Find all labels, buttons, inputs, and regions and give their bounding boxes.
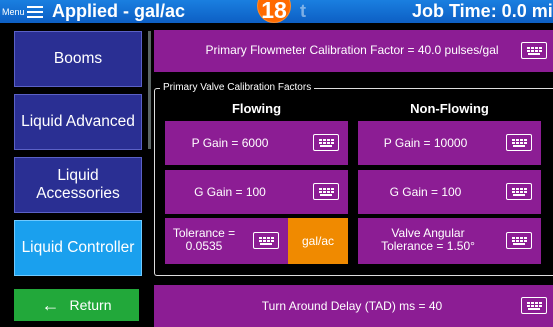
- turn-around-delay-button[interactable]: Turn Around Delay (TAD) ms = 40: [154, 285, 553, 327]
- keyboard-icon: [521, 297, 547, 314]
- tolerance-button[interactable]: Tolerance = 0.0535: [165, 218, 288, 264]
- g-gain-flowing-label: G Gain = 100: [194, 185, 266, 199]
- non-flowing-header: Non-Flowing: [410, 101, 489, 116]
- flowmeter-calibration-label: Primary Flowmeter Calibration Factor = 4…: [205, 43, 499, 57]
- g-gain-non-flowing-label: G Gain = 100: [389, 185, 462, 199]
- valve-calibration-group-title: Primary Valve Calibration Factors: [160, 82, 315, 94]
- job-time: Job Time: 0.0 min: [412, 1, 553, 21]
- return-button[interactable]: ← Return: [14, 289, 139, 321]
- keyboard-icon: [506, 134, 532, 151]
- sidebar-scrollbar[interactable]: [148, 31, 151, 149]
- valve-angular-tolerance-line1: Valve Angular: [391, 226, 465, 240]
- p-gain-non-flowing-label: P Gain = 10000: [383, 136, 468, 150]
- sidebar-item-liquid-controller[interactable]: Liquid Controller: [14, 220, 142, 276]
- keyboard-icon: [253, 232, 279, 249]
- sidebar-item-liquid-accessories[interactable]: Liquid Accessories: [14, 157, 142, 213]
- turn-around-delay-label: Turn Around Delay (TAD) ms = 40: [261, 299, 443, 313]
- keyboard-icon: [521, 42, 547, 59]
- arrow-left-icon: ←: [41, 295, 60, 315]
- menu-label: Menu: [2, 6, 25, 17]
- sidebar-item-liquid-advanced[interactable]: Liquid Advanced: [14, 94, 142, 150]
- keyboard-icon: [506, 183, 532, 200]
- tolerance-units-label: gal/ac: [301, 234, 335, 248]
- g-gain-non-flowing-button[interactable]: G Gain = 100: [358, 170, 541, 214]
- tolerance-label: Tolerance = 0.0535: [165, 227, 243, 253]
- valve-angular-tolerance-button[interactable]: Valve Angular Tolerance = 1.50°: [358, 218, 541, 264]
- menu-button[interactable]: Menu: [2, 2, 46, 21]
- sidebar-item-booms[interactable]: Booms: [14, 31, 142, 87]
- g-gain-flowing-button[interactable]: G Gain = 100: [165, 170, 348, 214]
- valve-angular-tolerance-label: Valve Angular Tolerance = 1.50°: [358, 227, 498, 253]
- tolerance-units-button[interactable]: gal/ac: [288, 218, 348, 264]
- header-status-text: t: [300, 1, 306, 21]
- sidebar-item-label: Booms: [53, 50, 103, 67]
- p-gain-non-flowing-button[interactable]: P Gain = 10000: [358, 121, 541, 165]
- keyboard-icon: [313, 134, 339, 151]
- sidebar: Booms Liquid Advanced Liquid Accessories…: [0, 23, 151, 327]
- valve-angular-tolerance-value: Tolerance = 1.50°: [381, 239, 475, 253]
- sidebar-item-label: Liquid Controller: [21, 239, 135, 256]
- sidebar-item-label: Liquid Accessories: [36, 167, 120, 202]
- flowmeter-calibration-button[interactable]: Primary Flowmeter Calibration Factor = 4…: [154, 30, 553, 72]
- page-title: Applied - gal/ac: [52, 1, 186, 21]
- tolerance-label-line1: Tolerance =: [172, 226, 236, 240]
- sidebar-item-label: Liquid Advanced: [21, 113, 135, 130]
- hamburger-icon: [26, 5, 43, 18]
- keyboard-icon: [506, 232, 532, 249]
- keyboard-icon: [313, 183, 339, 200]
- return-label: Return: [69, 297, 112, 313]
- flowing-header: Flowing: [231, 101, 282, 116]
- step-badge: 18: [258, 0, 290, 23]
- p-gain-flowing-label: P Gain = 6000: [191, 136, 269, 150]
- tolerance-value: 0.0535: [185, 239, 223, 253]
- p-gain-flowing-button[interactable]: P Gain = 6000: [165, 121, 348, 165]
